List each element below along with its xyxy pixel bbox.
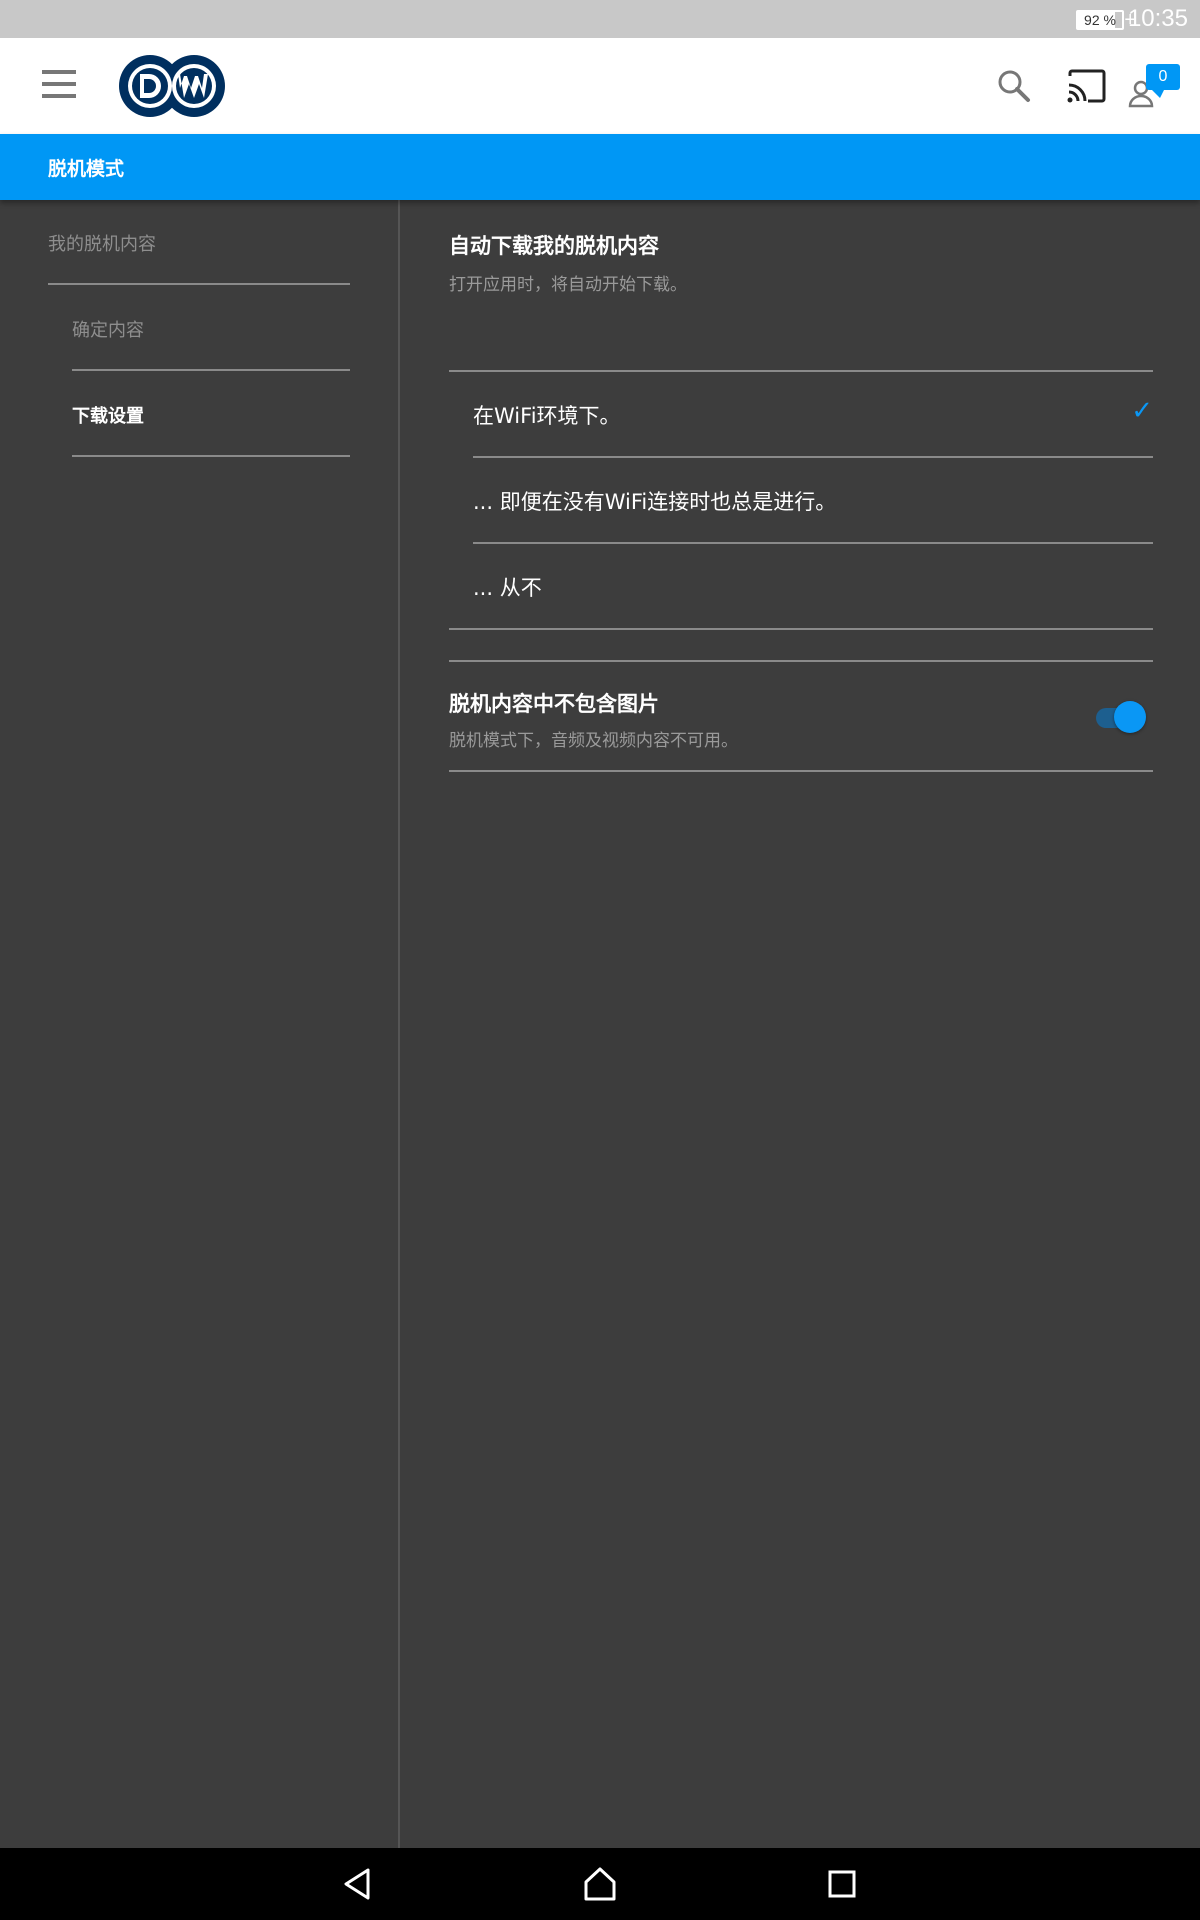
- option-always[interactable]: ... 即便在没有WiFi连接时也总是进行。: [473, 458, 1153, 542]
- status-time: 10:35: [1127, 5, 1188, 32]
- option-label: 在WiFi环境下。: [473, 404, 621, 428]
- no-images-toggle[interactable]: [1094, 700, 1148, 734]
- cast-icon[interactable]: [1066, 68, 1106, 104]
- page-title: 脱机模式: [48, 158, 125, 180]
- status-bar: 92 % + 10:35: [0, 0, 1200, 38]
- search-icon[interactable]: [996, 68, 1032, 104]
- section-header: 脱机模式: [0, 134, 1200, 200]
- hamburger-menu-icon[interactable]: [42, 70, 76, 100]
- battery-icon: 92 %: [1076, 10, 1124, 30]
- nav-item-confirm-content[interactable]: 确定内容: [72, 316, 144, 342]
- auto-download-title: 自动下载我的脱机内容: [449, 234, 659, 258]
- battery-level: 92 %: [1084, 12, 1116, 28]
- divider: [72, 455, 350, 457]
- back-icon[interactable]: [336, 1862, 380, 1906]
- no-images-title: 脱机内容中不包含图片: [449, 692, 659, 716]
- nav-item-my-offline-content[interactable]: 我的脱机内容: [48, 230, 156, 256]
- divider: [48, 283, 350, 285]
- divider: [449, 770, 1153, 772]
- app-bar: 0: [0, 38, 1200, 134]
- notification-badge: 0: [1146, 64, 1180, 98]
- auto-download-subtitle: 打开应用时，将自动开始下载。: [449, 275, 687, 295]
- nav-item-download-settings[interactable]: 下载设置: [72, 402, 144, 428]
- no-images-subtitle: 脱机模式下，音频及视频内容不可用。: [449, 731, 738, 751]
- checkmark-icon: ✓: [1131, 396, 1153, 426]
- divider: [449, 628, 1153, 630]
- settings-content: 自动下载我的脱机内容 打开应用时，将自动开始下载。 在WiFi环境下。 ✓ ..…: [400, 200, 1200, 1848]
- recents-icon[interactable]: [820, 1862, 864, 1906]
- option-label: ... 即便在没有WiFi连接时也总是进行。: [473, 490, 837, 514]
- option-never[interactable]: ... 从不: [473, 544, 1153, 628]
- option-wifi-only[interactable]: 在WiFi环境下。 ✓: [473, 372, 1153, 456]
- home-icon[interactable]: [578, 1862, 622, 1906]
- divider: [449, 660, 1153, 662]
- divider: [72, 369, 350, 371]
- system-nav-bar: [0, 1848, 1200, 1920]
- dw-logo[interactable]: [118, 54, 226, 118]
- option-label: ... 从不: [473, 576, 542, 600]
- user-account-icon[interactable]: 0: [1128, 64, 1180, 110]
- left-nav: 我的脱机内容 确定内容 下载设置: [0, 200, 400, 1848]
